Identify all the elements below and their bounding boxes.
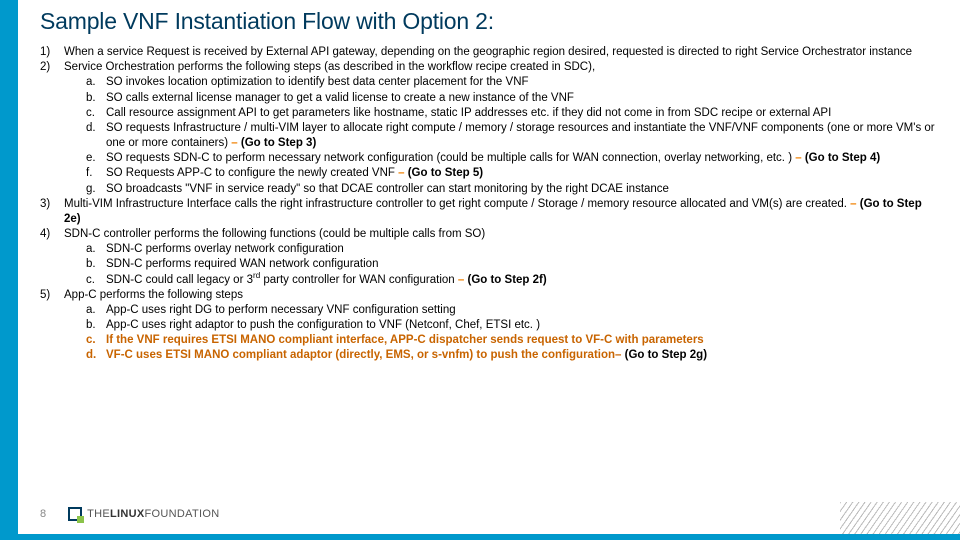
sub-letter: a.	[86, 303, 106, 318]
sub-list-item: g.SO broadcasts "VNF in service ready" s…	[86, 182, 935, 197]
list-item-body: Multi-VIM Infrastructure Interface calls…	[64, 197, 935, 227]
sub-letter: c.	[86, 333, 106, 348]
sub-text: SO invokes location optimization to iden…	[106, 75, 935, 90]
linux-foundation-icon	[68, 507, 82, 521]
sub-letter: g.	[86, 182, 106, 197]
sub-list: a.SO invokes location optimization to id…	[86, 75, 935, 196]
sub-text: SO calls external license manager to get…	[106, 91, 935, 106]
sub-list-item: a.App-C uses right DG to perform necessa…	[86, 303, 935, 318]
list-item-body: Service Orchestration performs the follo…	[64, 60, 935, 197]
list-item-body: SDN-C controller performs the following …	[64, 227, 935, 288]
sub-text: App-C uses right adaptor to push the con…	[106, 318, 935, 333]
sub-list-item: d.SO requests Infrastructure / multi-VIM…	[86, 121, 935, 151]
list-number: 5)	[40, 288, 64, 364]
sub-text: If the VNF requires ETSI MANO compliant …	[106, 333, 935, 348]
list-number: 2)	[40, 60, 64, 197]
sub-letter: e.	[86, 151, 106, 166]
sub-list: a.App-C uses right DG to perform necessa…	[86, 303, 935, 364]
sub-text: VF-C uses ETSI MANO compliant adaptor (d…	[106, 348, 935, 363]
sub-text: App-C uses right DG to perform necessary…	[106, 303, 935, 318]
list-number: 1)	[40, 45, 64, 60]
page-number: 8	[40, 508, 46, 520]
sub-list-item: b.SO calls external license manager to g…	[86, 91, 935, 106]
logo-foundation: FOUNDATION	[145, 508, 220, 520]
sub-letter: b.	[86, 257, 106, 272]
numbered-list: 1)When a service Request is received by …	[40, 45, 935, 364]
sub-text: SDN-C could call legacy or 3rd party con…	[106, 273, 935, 288]
logo-linux: LINUX	[110, 508, 145, 520]
sub-list: a.SDN-C performs overlay network configu…	[86, 242, 935, 288]
sub-list-item: b.SDN-C performs required WAN network co…	[86, 257, 935, 272]
sub-list-item: c.SDN-C could call legacy or 3rd party c…	[86, 273, 935, 288]
sub-list-item: d.VF-C uses ETSI MANO compliant adaptor …	[86, 348, 935, 363]
sub-list-item: c.Call resource assignment API to get pa…	[86, 106, 935, 121]
list-number: 3)	[40, 197, 64, 227]
sub-letter: a.	[86, 75, 106, 90]
sub-letter: f.	[86, 166, 106, 181]
main-content: Sample VNF Instantiation Flow with Optio…	[40, 8, 935, 364]
logo-the: THE	[87, 508, 110, 520]
sub-letter: a.	[86, 242, 106, 257]
list-item-body: When a service Request is received by Ex…	[64, 45, 935, 60]
sub-text: SO broadcasts "VNF in service ready" so …	[106, 182, 935, 197]
linux-foundation-logo-text: THELINUXFOUNDATION	[87, 508, 219, 520]
sub-list-item: b.App-C uses right adaptor to push the c…	[86, 318, 935, 333]
bottom-accent-strip	[18, 534, 960, 540]
sub-letter: b.	[86, 91, 106, 106]
sub-list-item: e.SO requests SDN-C to perform necessary…	[86, 151, 935, 166]
sub-letter: b.	[86, 318, 106, 333]
page-title: Sample VNF Instantiation Flow with Optio…	[40, 8, 935, 35]
sub-text: SDN-C performs required WAN network conf…	[106, 257, 935, 272]
sub-text: SDN-C performs overlay network configura…	[106, 242, 935, 257]
sub-letter: d.	[86, 348, 106, 363]
footer: 8 THELINUXFOUNDATION	[40, 502, 219, 526]
sub-list-item: f.SO Requests APP-C to configure the new…	[86, 166, 935, 181]
sub-list-item: a.SO invokes location optimization to id…	[86, 75, 935, 90]
sub-letter: c.	[86, 106, 106, 121]
sub-letter: c.	[86, 273, 106, 288]
list-item-body: App-C performs the following stepsa.App-…	[64, 288, 935, 364]
sub-letter: d.	[86, 121, 106, 151]
sub-text: SO requests Infrastructure / multi-VIM l…	[106, 121, 935, 151]
sub-text: SO requests SDN-C to perform necessary n…	[106, 151, 935, 166]
sub-list-item: a.SDN-C performs overlay network configu…	[86, 242, 935, 257]
sub-text: SO Requests APP-C to configure the newly…	[106, 166, 935, 181]
sub-list-item: c.If the VNF requires ETSI MANO complian…	[86, 333, 935, 348]
left-accent-bar	[0, 0, 18, 540]
list-number: 4)	[40, 227, 64, 288]
sub-text: Call resource assignment API to get para…	[106, 106, 935, 121]
